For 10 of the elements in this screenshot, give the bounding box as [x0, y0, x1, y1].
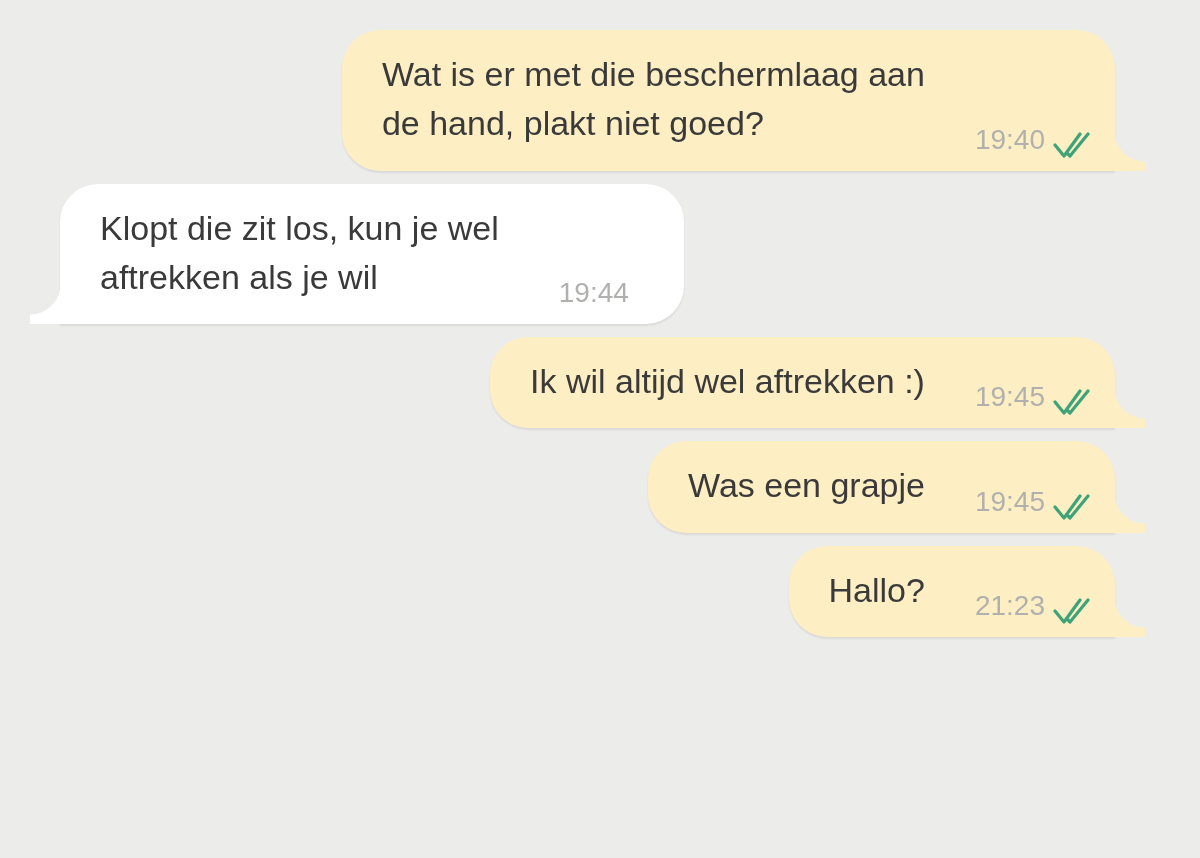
message-time: 19:45	[974, 380, 1045, 415]
message-time: 19:44	[558, 276, 629, 311]
message-time: 19:40	[974, 122, 1045, 157]
message-text: Klopt die zit los, kun je wel aftrekken als je wil	[100, 207, 499, 298]
message-text: Ik wil altijd wel aftrekken :)	[530, 361, 925, 403]
message-text: Hallo?	[828, 569, 925, 611]
message-text: Was een grapje	[688, 465, 925, 507]
message-time: 19:45	[974, 484, 1045, 519]
message-text: Wat is er met die beschermlaag aan de hand, plakt niet goed?	[381, 54, 925, 145]
message-time: 21:23	[974, 589, 1045, 624]
